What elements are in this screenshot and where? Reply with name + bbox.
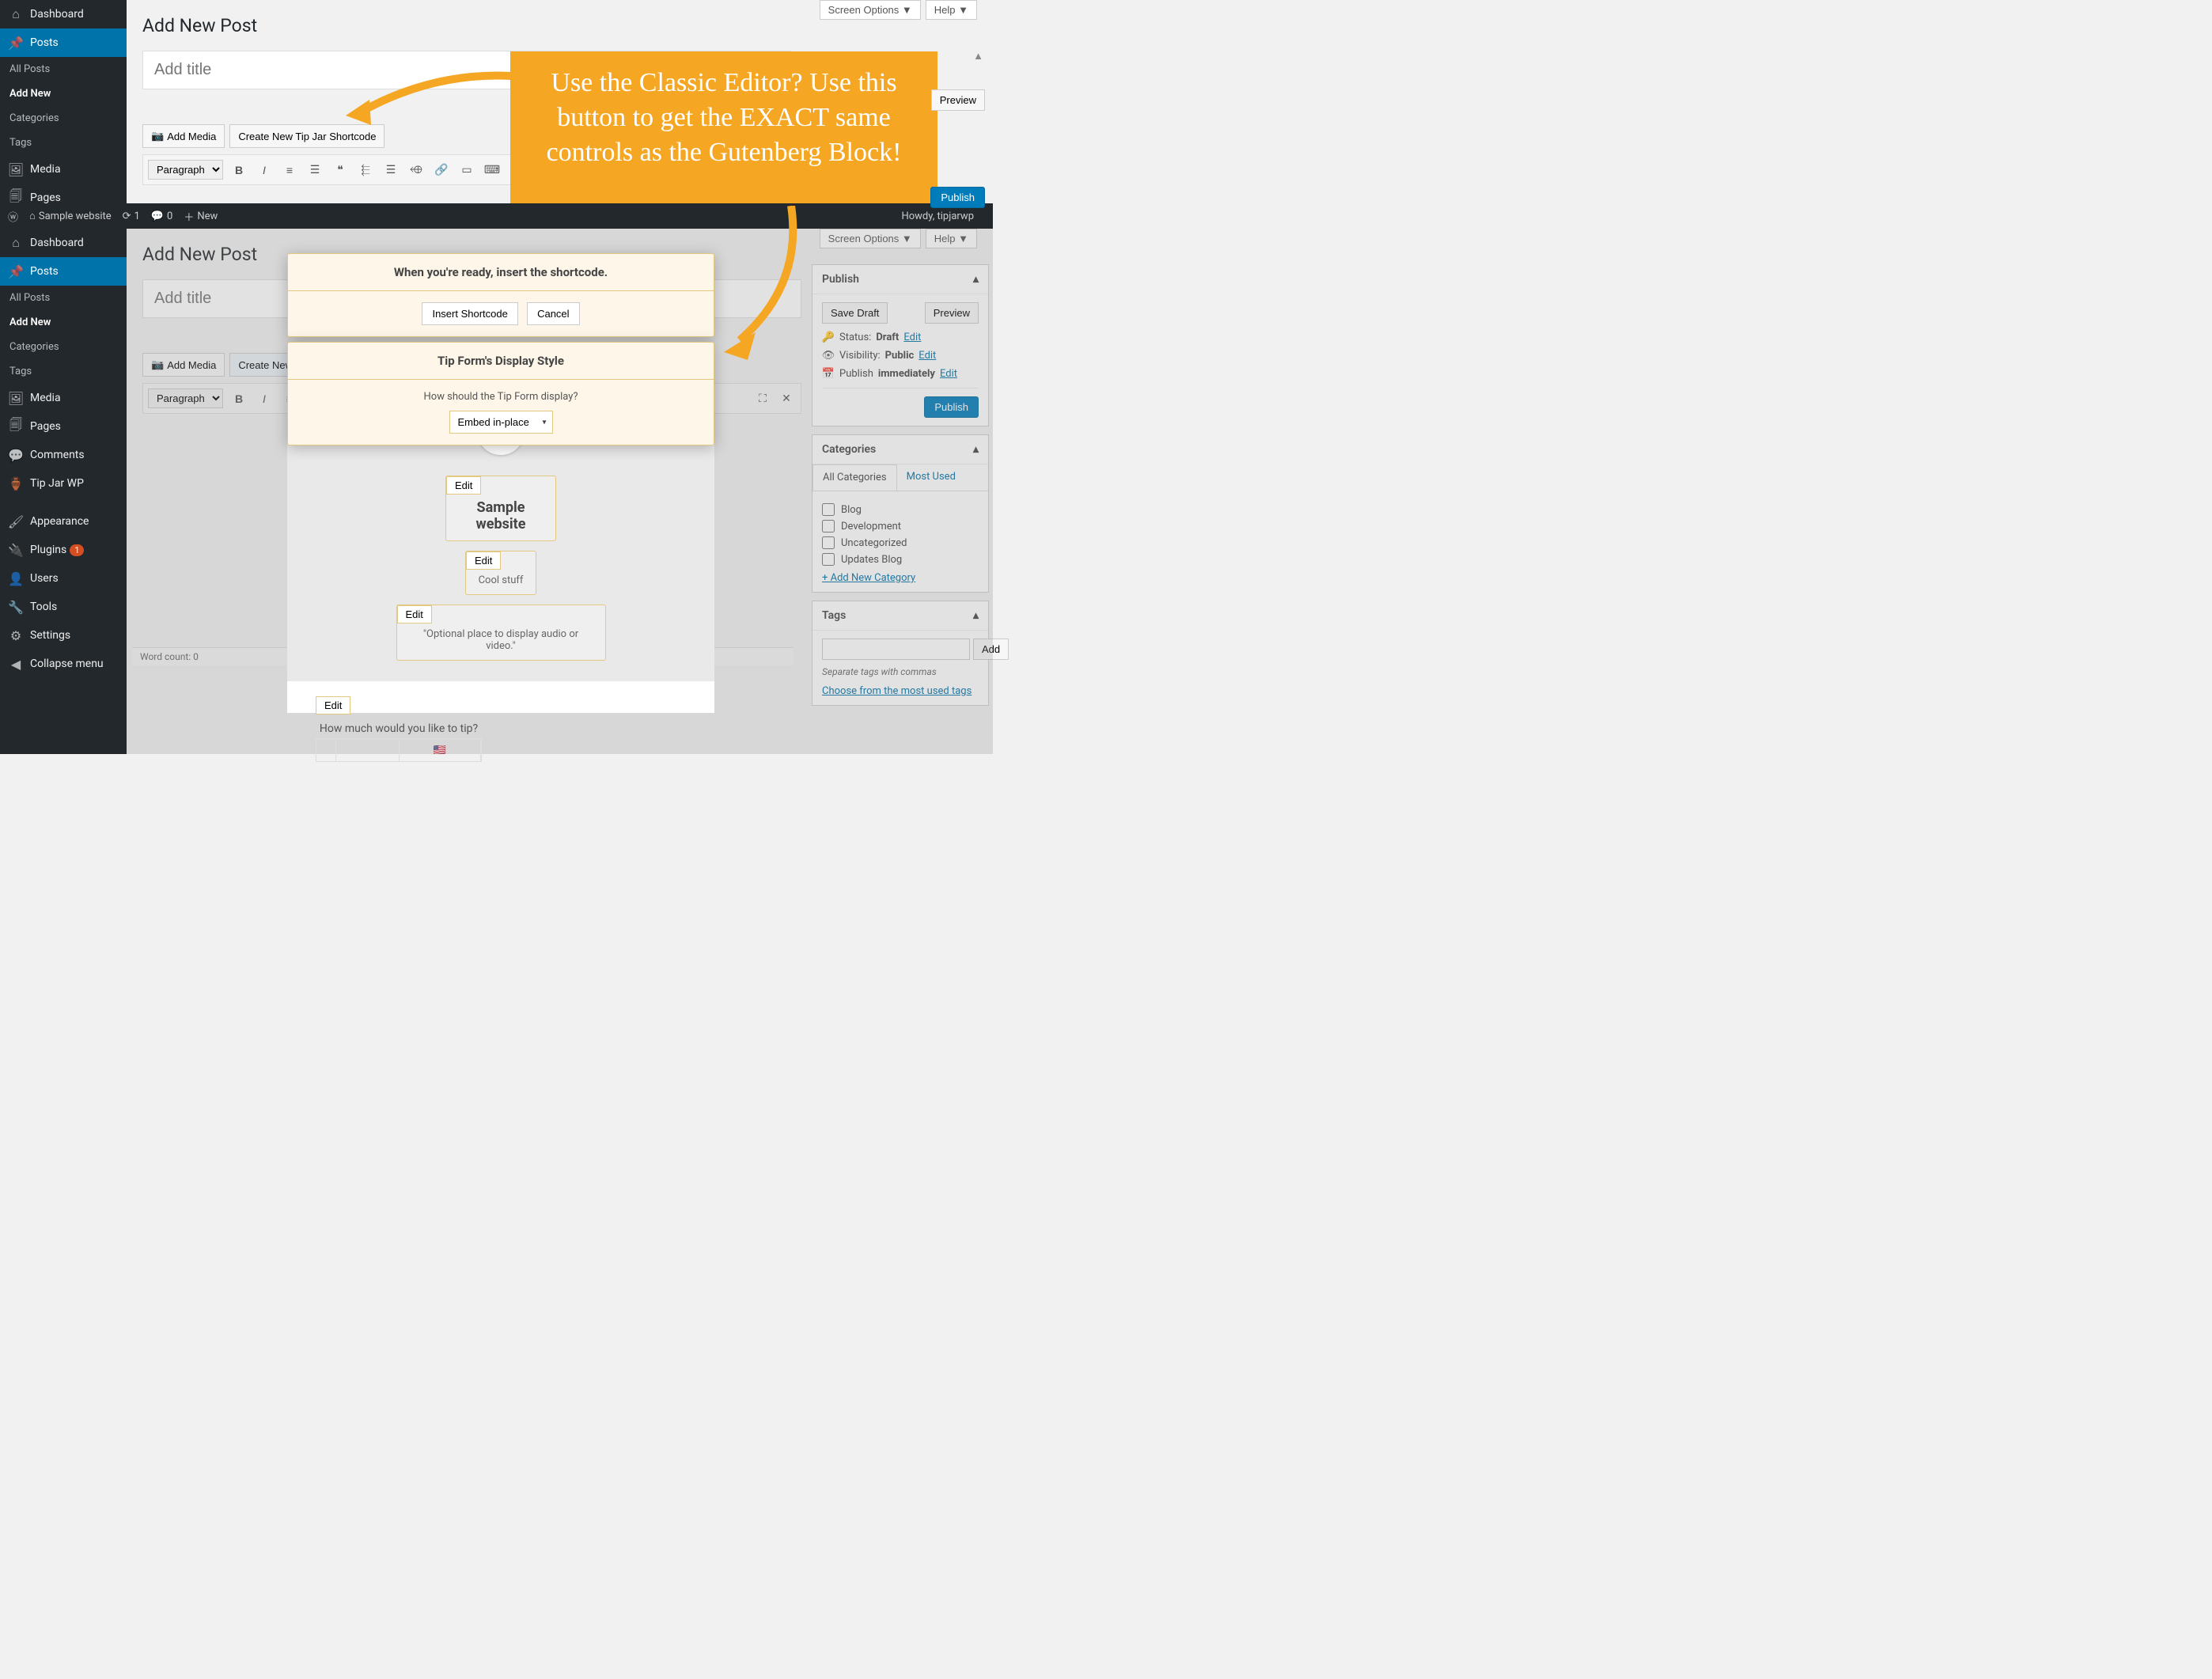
sidebar-all-posts[interactable]: All Posts: [0, 57, 127, 81]
format-select[interactable]: Paragraph: [148, 160, 223, 180]
pages-icon: 🗐: [8, 419, 24, 434]
keyboard-button[interactable]: ⌨: [483, 161, 502, 180]
site-title-preview: Edit Sample website: [445, 476, 556, 541]
dashboard-icon: ⌂: [8, 235, 24, 251]
align-left-button[interactable]: ⬱: [356, 161, 375, 180]
sidebar-tipjar[interactable]: 🏺Tip Jar WP: [0, 469, 127, 498]
more-button[interactable]: ▭: [457, 161, 476, 180]
user-icon: 👤: [8, 570, 24, 586]
media-placeholder-preview: Edit "Optional place to display audio or…: [396, 605, 606, 661]
display-style-card: Tip Form's Display Style How should the …: [287, 342, 714, 445]
brush-icon: 🖌: [8, 514, 24, 529]
preview-button-top[interactable]: Preview: [931, 89, 985, 111]
sidebar-tools[interactable]: 🔧Tools: [0, 593, 127, 621]
site-name-link[interactable]: ⌂Sample website: [29, 210, 112, 222]
us-flag-icon: 🇺🇸: [434, 745, 446, 756]
plus-icon: ＋: [184, 209, 194, 224]
sidebar-media-2[interactable]: 🖼Media: [0, 384, 127, 412]
help-button[interactable]: Help ▼: [926, 0, 977, 20]
comment-icon: 💬: [8, 447, 24, 463]
gear-icon: ⚙: [8, 627, 24, 643]
sidebar-add-new[interactable]: Add New: [0, 81, 127, 106]
preview-site-name: Sample website: [457, 499, 544, 533]
tip-question: How much would you like to tip?: [316, 719, 482, 738]
display-style-question: How should the Tip Form display?: [299, 391, 703, 403]
align-center-button[interactable]: ☰: [381, 161, 400, 180]
sidebar-settings[interactable]: ⚙Settings: [0, 621, 127, 650]
tip-amount-section: Edit How much would you like to tip? 🇺🇸: [316, 696, 482, 762]
sidebar-tags-2[interactable]: Tags: [0, 359, 127, 384]
sidebar-categories-2[interactable]: Categories: [0, 335, 127, 359]
shortcode-modal-stack: When you're ready, insert the shortcode.…: [287, 253, 714, 450]
home-icon: ⌂: [29, 210, 36, 222]
subtitle-preview: Edit Cool stuff: [465, 551, 536, 595]
plugin-update-badge: 1: [70, 544, 84, 556]
sidebar-posts[interactable]: 📌Posts: [0, 28, 127, 57]
insert-shortcode-card: When you're ready, insert the shortcode.…: [287, 253, 714, 337]
annotation-callout: Use the Classic Editor? Use this button …: [510, 51, 937, 203]
number-list-button[interactable]: ☰: [305, 161, 324, 180]
screen-options-button[interactable]: Screen Options ▼: [820, 0, 921, 20]
sidebar-comments[interactable]: 💬Comments: [0, 441, 127, 469]
collapse-icon: ◀: [8, 656, 24, 672]
bold-button[interactable]: B: [229, 161, 248, 180]
camera-icon: 📷: [151, 130, 164, 142]
sidebar-users[interactable]: 👤Users: [0, 564, 127, 593]
sidebar-categories[interactable]: Categories: [0, 106, 127, 131]
jar-icon: 🏺: [8, 476, 24, 491]
screen-options-row: Screen Options ▼ Help ▼: [820, 0, 977, 20]
modal-title: When you're ready, insert the shortcode.: [288, 254, 714, 291]
admin-sidebar-lower: ⌂Dashboard 📌Posts All Posts Add New Cate…: [0, 229, 127, 754]
tip-form-preview: Edit 🏺 Edit Sample website Edit Cool stu…: [287, 431, 714, 713]
italic-button[interactable]: I: [255, 161, 274, 180]
sidebar-dashboard[interactable]: ⌂Dashboard: [0, 0, 127, 28]
media-icon: 🖼: [8, 161, 24, 177]
sidebar-tags[interactable]: Tags: [0, 131, 127, 155]
pin-icon: 📌: [8, 263, 24, 279]
add-media-button[interactable]: 📷Add Media: [142, 124, 225, 148]
sidebar-dashboard-2[interactable]: ⌂Dashboard: [0, 229, 127, 257]
new-link[interactable]: ＋New: [184, 209, 218, 224]
sidebar-appearance[interactable]: 🖌Appearance: [0, 507, 127, 536]
edit-title-button[interactable]: Edit: [446, 476, 481, 495]
media-icon: 🖼: [8, 390, 24, 406]
bullet-list-button[interactable]: ≡: [280, 161, 299, 180]
wp-logo[interactable]: ⓦ: [8, 209, 18, 224]
insert-shortcode-button[interactable]: Insert Shortcode: [422, 302, 517, 325]
sidebar-plugins[interactable]: 🔌Plugins1: [0, 536, 127, 564]
sidebar-pages-2[interactable]: 🗐Pages: [0, 412, 127, 441]
modal-title-2: Tip Form's Display Style: [288, 343, 714, 380]
updates-link[interactable]: ⟳1: [123, 210, 140, 222]
comment-icon: 💬: [151, 210, 164, 222]
quote-button[interactable]: ❝: [331, 161, 350, 180]
admin-bar: ⓦ ⌂Sample website ⟳1 💬0 ＋New Howdy, tipj…: [0, 203, 993, 229]
pin-icon: 📌: [8, 35, 24, 51]
update-icon: ⟳: [123, 210, 131, 222]
edit-media-button[interactable]: Edit: [397, 605, 432, 623]
collapse-toggle-icon[interactable]: ▲: [973, 50, 983, 63]
sidebar-posts-2[interactable]: 📌Posts: [0, 257, 127, 286]
align-right-button[interactable]: ⬲: [407, 161, 426, 180]
plug-icon: 🔌: [8, 542, 24, 558]
cancel-button[interactable]: Cancel: [527, 302, 579, 325]
edit-amount-button[interactable]: Edit: [316, 696, 350, 714]
sidebar-collapse[interactable]: ◀Collapse menu: [0, 650, 127, 678]
comments-link[interactable]: 💬0: [151, 210, 173, 222]
currency-row[interactable]: 🇺🇸: [316, 738, 482, 762]
annotation-arrow-left: [346, 68, 516, 131]
wrench-icon: 🔧: [8, 599, 24, 615]
annotation-arrow-down: [712, 206, 807, 360]
howdy-link[interactable]: Howdy, tipjarwp: [901, 210, 974, 222]
preview-media-text: "Optional place to display audio or vide…: [408, 628, 594, 652]
preview-subtitle: Cool stuff: [477, 574, 525, 586]
display-style-select[interactable]: Embed in-place: [449, 411, 553, 434]
edit-subtitle-button[interactable]: Edit: [466, 551, 501, 570]
sidebar-all-posts-2[interactable]: All Posts: [0, 286, 127, 310]
link-button[interactable]: 🔗: [432, 161, 451, 180]
publish-button-top[interactable]: Publish: [930, 187, 985, 208]
sidebar-add-new-2[interactable]: Add New: [0, 310, 127, 335]
dashboard-icon: ⌂: [8, 6, 24, 22]
sidebar-media[interactable]: 🖼Media: [0, 155, 127, 184]
